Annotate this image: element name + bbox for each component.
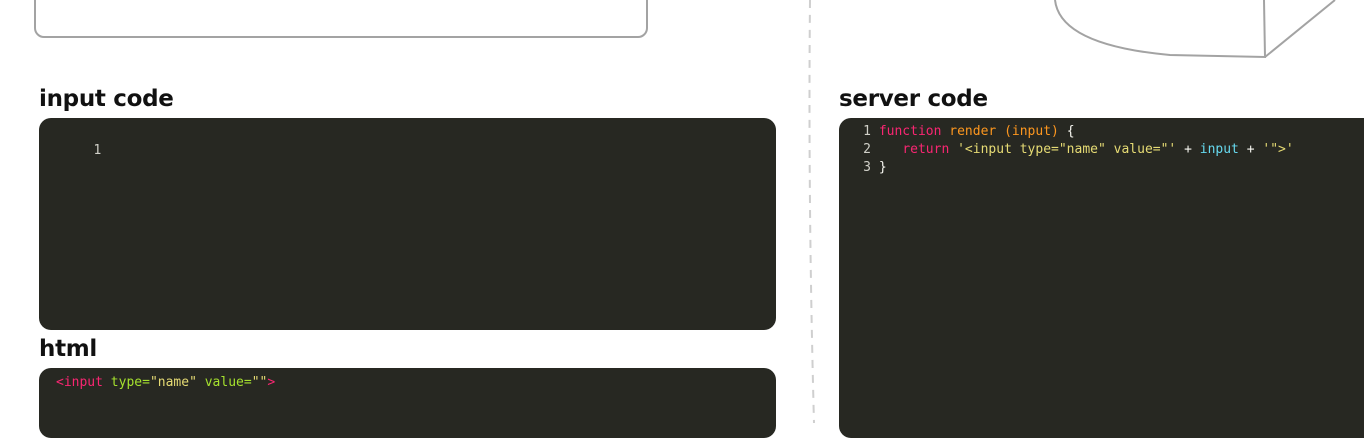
keyword: function (878, 124, 942, 139)
html-title: html (39, 336, 98, 362)
open-brace: { (1058, 124, 1075, 139)
line-number: 2 (863, 142, 871, 157)
function-name: render (941, 124, 1005, 139)
code-line-1: 1 function render (input) { (839, 123, 1075, 141)
code-line-2: 2 return '<input type="name" value="' + … (839, 141, 1294, 159)
server-code-title: server code (839, 86, 988, 112)
html-output-panel: <input type="name" value=""> (39, 368, 776, 438)
server-code-editor: 1 function render (input) { 2 return '<i… (839, 118, 1364, 438)
html-attr-value-value: "" (251, 375, 268, 390)
html-attr-type-value: "name" (149, 375, 197, 390)
html-tag-close: > (267, 375, 276, 390)
input-code-editor[interactable]: 1 (39, 118, 776, 330)
html-attr-type: type= (102, 375, 150, 390)
input-code-title: input code (39, 86, 174, 112)
keyword: return (902, 142, 950, 157)
operator: + (1238, 142, 1263, 157)
line-number: 1 (93, 143, 102, 158)
previous-panel-frame (34, 0, 648, 38)
function-params: (input) (1004, 124, 1059, 139)
column-divider (808, 0, 815, 423)
line-number: 3 (863, 160, 871, 175)
code-line: 1 (39, 124, 101, 158)
html-tag-open: <input (56, 375, 103, 390)
code-line-3: 3 } (839, 159, 887, 177)
operator: + (1176, 142, 1200, 157)
close-brace: } (878, 160, 887, 175)
string-literal: '">' (1262, 142, 1294, 157)
string-literal: '<input type="name" value="' (949, 142, 1177, 157)
line-number: 1 (863, 124, 871, 139)
html-output-line: <input type="name" value=""> (56, 374, 275, 392)
sketch-illustration (1054, 0, 1336, 59)
html-attr-value: value= (196, 375, 252, 390)
variable: input (1199, 142, 1239, 157)
